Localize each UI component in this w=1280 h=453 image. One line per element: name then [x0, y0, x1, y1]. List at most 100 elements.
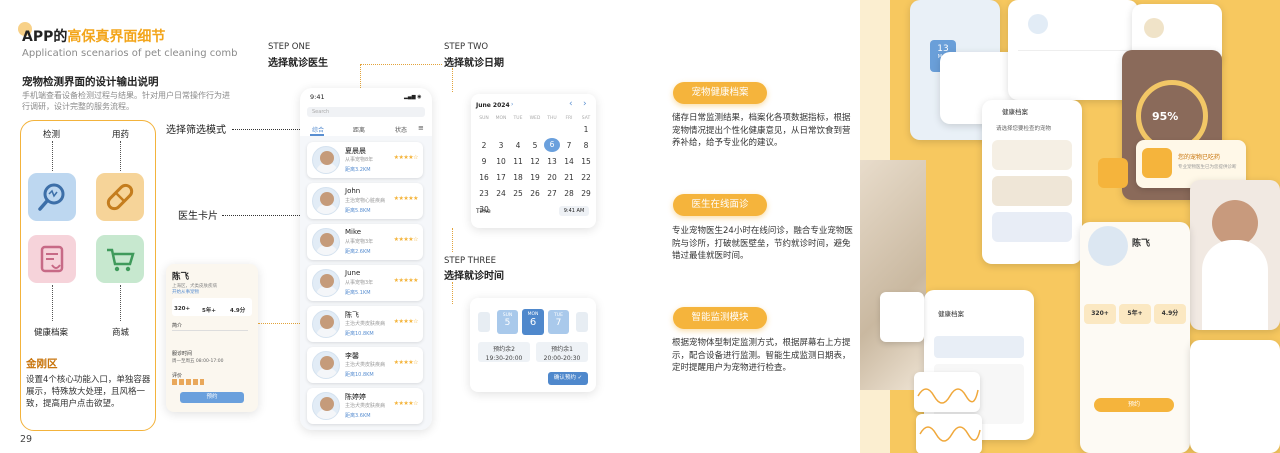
doctor-stat-1: 320+ [174, 306, 191, 312]
calendar-day[interactable]: 23 [476, 189, 492, 198]
day-option[interactable]: TUE 7 [548, 310, 569, 334]
calendar-day[interactable]: 19 [527, 173, 543, 182]
confirm-booking-button[interactable]: 确认预约 ✓ [548, 372, 588, 385]
step-three-title: 选择就诊时间 [444, 271, 504, 282]
avatar [312, 392, 340, 420]
doctor-card[interactable]: Mike 从事宠物3年 距离2.6KM ★★★★☆ [307, 224, 423, 260]
avatar [312, 187, 340, 215]
showcase-pet-select: 请选择您要检查的宠物 [996, 126, 1052, 132]
doctor-detail-screen: 陈飞 上海区，犬类皮肤疾病 开始从事宠物 320+ 5年+ 4.9分 简介 服诊… [166, 264, 258, 412]
search-input[interactable]: Search [307, 107, 425, 117]
calendar-day[interactable]: 13 [544, 157, 560, 166]
weekday-label: SAT [581, 116, 591, 121]
weekday-label: FRI [565, 116, 573, 121]
calendar-day[interactable]: 2 [476, 141, 492, 150]
weekday-label: SUN [479, 116, 489, 121]
doctor-card[interactable]: John 主治宠物心脏疾病 距离5.8KM ★★★★★ [307, 183, 423, 219]
calendar-day[interactable]: 22 [578, 173, 594, 182]
kingkong-label-detect: 检测 [43, 130, 61, 140]
showcase-health-title-2: 健康档案 [938, 310, 964, 318]
calendar-day[interactable]: 5 [527, 141, 543, 150]
time-value[interactable]: 9:41 AM [559, 206, 589, 216]
calendar-day[interactable]: 3 [493, 141, 509, 150]
day-option-selected[interactable]: MON 6 [522, 309, 544, 335]
step-one-title: 选择就诊医生 [268, 58, 328, 69]
annotation-doctor-card: 医生卡片 [178, 211, 218, 222]
calendar-month: June 2024 [476, 102, 510, 109]
showcase-doctor-name: 陈飞 [1132, 239, 1151, 249]
doctor-card[interactable]: June 从事宠物3年 距离5.1KM ★★★★★ [307, 265, 423, 301]
doctor-hours-label: 服诊时间 [172, 351, 193, 357]
calendar-day[interactable]: 14 [561, 157, 577, 166]
calendar-day[interactable]: 18 [510, 173, 526, 182]
doctor-card[interactable]: 李馨 主治犬类皮肤疾病 距离10.8KM ★★★★☆ [307, 347, 423, 383]
feature-badge-doctor: 医生在线面诊 [673, 194, 767, 216]
calendar-day[interactable]: 27 [544, 189, 560, 198]
avatar [312, 269, 340, 297]
doctor-book-button[interactable]: 预约 [180, 392, 244, 403]
avatar [312, 146, 340, 174]
chevron-right-icon[interactable]: › [511, 101, 513, 108]
calendar-day[interactable]: 17 [493, 173, 509, 182]
calendar-day[interactable]: 26 [527, 189, 543, 198]
status-time: 9:41 [310, 93, 325, 101]
tab-overall[interactable]: 综合 [312, 125, 324, 134]
showcase-stat-3: 4.9分 [1154, 304, 1186, 324]
doctor-card[interactable]: 陈婷婷 主治犬类皮肤疾病 距离3.6KM ★★★★☆ [307, 388, 423, 424]
step-three-label: STEP THREE [444, 256, 497, 266]
doctor-reviews-label: 评价 [172, 373, 183, 379]
calendar-day[interactable]: 10 [493, 157, 509, 166]
calendar-day[interactable]: 15 [578, 157, 594, 166]
weekday-label: WED [529, 116, 541, 121]
showcase-book-button: 预约 [1094, 398, 1174, 412]
showcase-stat-2: 5年+ [1119, 304, 1151, 324]
doctor-stat-2: 5年+ [202, 308, 216, 314]
magnifier-icon[interactable] [28, 173, 76, 221]
calendar-day[interactable]: 9 [476, 157, 492, 166]
calendar-day[interactable]: 28 [561, 189, 577, 198]
calendar-day[interactable]: 16 [476, 173, 492, 182]
section-description: 手机端查看设备检测过程与结果。针对用户日常操作行为进行调研，设计完整的服务流程。 [22, 91, 230, 111]
tab-distance[interactable]: 距离 [353, 125, 365, 134]
doctor-detail-name: 陈飞 [172, 272, 190, 282]
time-slot[interactable]: 预约余2 19:30-20:00 [478, 342, 530, 362]
page-subtitle: Application scenarios of pet cleaning co… [22, 48, 238, 59]
tab-status[interactable]: 状态 [395, 125, 407, 134]
calendar-day[interactable]: 1 [578, 125, 594, 134]
kingkong-description: 设置4个核心功能入口，单独容器展示，特殊放大处理，且风格一致，提高用户点击欲望。 [26, 375, 151, 409]
calendar-day[interactable]: 25 [510, 189, 526, 198]
time-label: Time [476, 208, 491, 215]
calendar-day[interactable]: 21 [561, 173, 577, 182]
calendar-day[interactable]: 20 [544, 173, 560, 182]
avatar [312, 228, 340, 256]
menu-icon[interactable]: ≡ [418, 124, 424, 132]
doctor-hours: 周一至周五 08:00-17:00 [172, 359, 224, 364]
calendar-day[interactable]: 12 [527, 157, 543, 166]
cart-icon[interactable] [96, 235, 144, 283]
feature-desc-monitor: 根据宠物体型制定监测方式，根据屏幕右上方提示，配合设备进行监测。智能生成监测日期… [672, 338, 851, 373]
health-record-icon[interactable] [28, 235, 76, 283]
doctor-card[interactable]: 陈飞 主治犬类皮肤疾病 距离10.8KM ★★★★☆ [307, 306, 423, 342]
next-month-icon[interactable]: › [583, 99, 587, 109]
calendar-day-selected[interactable]: 6 [544, 138, 560, 152]
weekday-label: MON [495, 116, 507, 121]
calendar-day[interactable]: 8 [578, 141, 594, 150]
pill-icon[interactable] [96, 173, 144, 221]
time-slot[interactable]: 预约余1 20:00-20:30 [536, 342, 588, 362]
calendar-day[interactable]: 7 [561, 141, 577, 150]
calendar-day[interactable]: 24 [493, 189, 509, 198]
calendar-day[interactable]: 29 [578, 189, 594, 198]
page-number-left: 29 [20, 434, 33, 445]
app-showcase-image: 13Mon 95% 健康档案 请选择您要检查的宠物 您的宠物已吃药 专业宠物医生… [860, 0, 1280, 453]
feature-desc-health: 储存日常监测结果，档案化各项数据指标，根据宠物情况提出个性化健康意见，从日常饮食… [672, 113, 851, 148]
step-two-label: STEP TWO [444, 42, 489, 52]
kingkong-label-medicine: 用药 [112, 130, 130, 140]
annotation-filter-mode: 选择筛选模式 [166, 125, 226, 136]
calendar-day[interactable]: 4 [510, 141, 526, 150]
calendar-day[interactable]: 11 [510, 157, 526, 166]
day-option[interactable]: SUN 5 [497, 310, 518, 334]
doctor-card[interactable]: 夏晨晨 从事宠物8年 距离3.2KM ★★★★☆ [307, 142, 423, 178]
doctor-stat-3: 4.9分 [230, 308, 246, 314]
prev-month-icon[interactable]: ‹ [569, 99, 573, 109]
showcase-stat-1: 320+ [1084, 304, 1116, 324]
